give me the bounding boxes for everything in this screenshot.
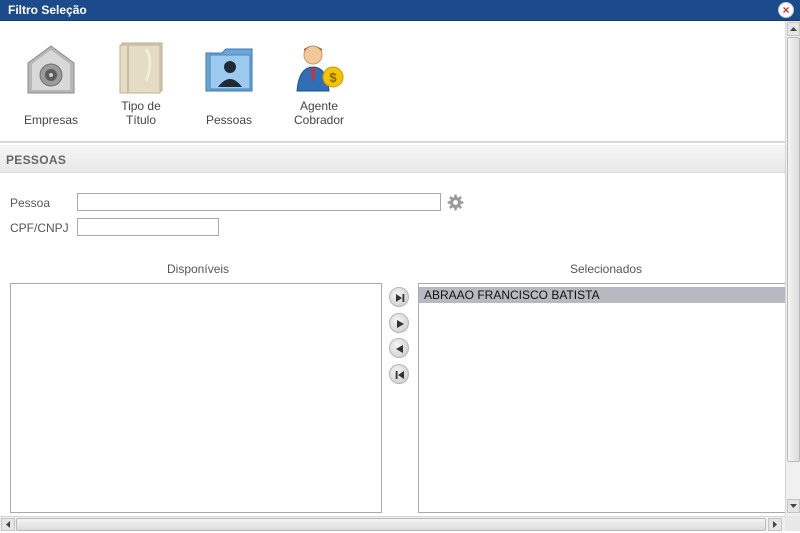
toolbar-divider (0, 141, 785, 143)
filter-toolbar: Empresas Tipo de Título Pessoas $ Agente… (0, 21, 785, 141)
move-left-icon (396, 345, 403, 353)
list-item[interactable]: ABRAAO FRANCISCO BATISTA (419, 287, 785, 303)
cpf-label: CPF/CNPJ (10, 221, 69, 235)
pessoa-label: Pessoa (10, 196, 51, 210)
close-icon: × (782, 3, 790, 17)
move-all-right-button[interactable] (389, 287, 409, 307)
toolbar-agente-line2: Cobrador (293, 113, 345, 127)
pessoa-input[interactable] (77, 193, 441, 211)
scroll-up-icon[interactable] (787, 22, 800, 36)
move-left-button[interactable] (389, 338, 409, 358)
selected-listbox[interactable]: ABRAAO FRANCISCO BATISTA (418, 283, 786, 513)
move-all-left-icon (395, 371, 404, 379)
toolbar-agente-cobrador[interactable]: $ Agente Cobrador (286, 41, 352, 127)
building-safe-icon (24, 43, 78, 97)
gear-icon[interactable] (447, 194, 464, 211)
document-icon (116, 41, 166, 95)
toolbar-tipo-titulo-line2: Título (125, 113, 156, 127)
scroll-down-icon[interactable] (787, 499, 800, 513)
toolbar-agente-line1: Agente (299, 99, 339, 113)
toolbar-empresas[interactable]: Empresas (18, 43, 84, 127)
person-folder-icon (202, 43, 256, 97)
available-listbox[interactable] (10, 283, 382, 513)
scrollbar-corner (785, 516, 800, 531)
toolbar-empresas-label: Empresas (23, 113, 79, 127)
vertical-scrollbar[interactable] (785, 21, 800, 516)
move-all-right-icon (396, 294, 405, 302)
move-right-icon (397, 320, 404, 328)
toolbar-tipo-titulo[interactable]: Tipo de Título (108, 41, 174, 127)
svg-text:$: $ (329, 70, 337, 85)
move-right-button[interactable] (389, 313, 409, 333)
scroll-right-icon[interactable] (768, 518, 782, 531)
toolbar-pessoas-label: Pessoas (205, 113, 253, 127)
toolbar-pessoas[interactable]: Pessoas (198, 43, 260, 127)
move-all-left-button[interactable] (389, 364, 409, 384)
window-titlebar: Filtro Seleção × (0, 0, 800, 21)
vertical-scroll-thumb[interactable] (787, 37, 800, 462)
cpf-cnpj-input[interactable] (77, 218, 219, 236)
selected-list-title: Selecionados (570, 262, 643, 276)
section-header: PESSOAS (0, 145, 785, 173)
agent-money-icon: $ (291, 41, 347, 95)
scroll-left-icon[interactable] (1, 518, 15, 531)
toolbar-tipo-titulo-line1: Tipo de (121, 99, 161, 113)
available-list-title: Disponíveis (167, 262, 230, 276)
horizontal-scroll-thumb[interactable] (16, 518, 766, 531)
horizontal-scrollbar[interactable] (0, 516, 785, 531)
window-title: Filtro Seleção (8, 3, 87, 17)
section-title: PESSOAS (6, 153, 67, 167)
close-button[interactable]: × (778, 2, 794, 18)
